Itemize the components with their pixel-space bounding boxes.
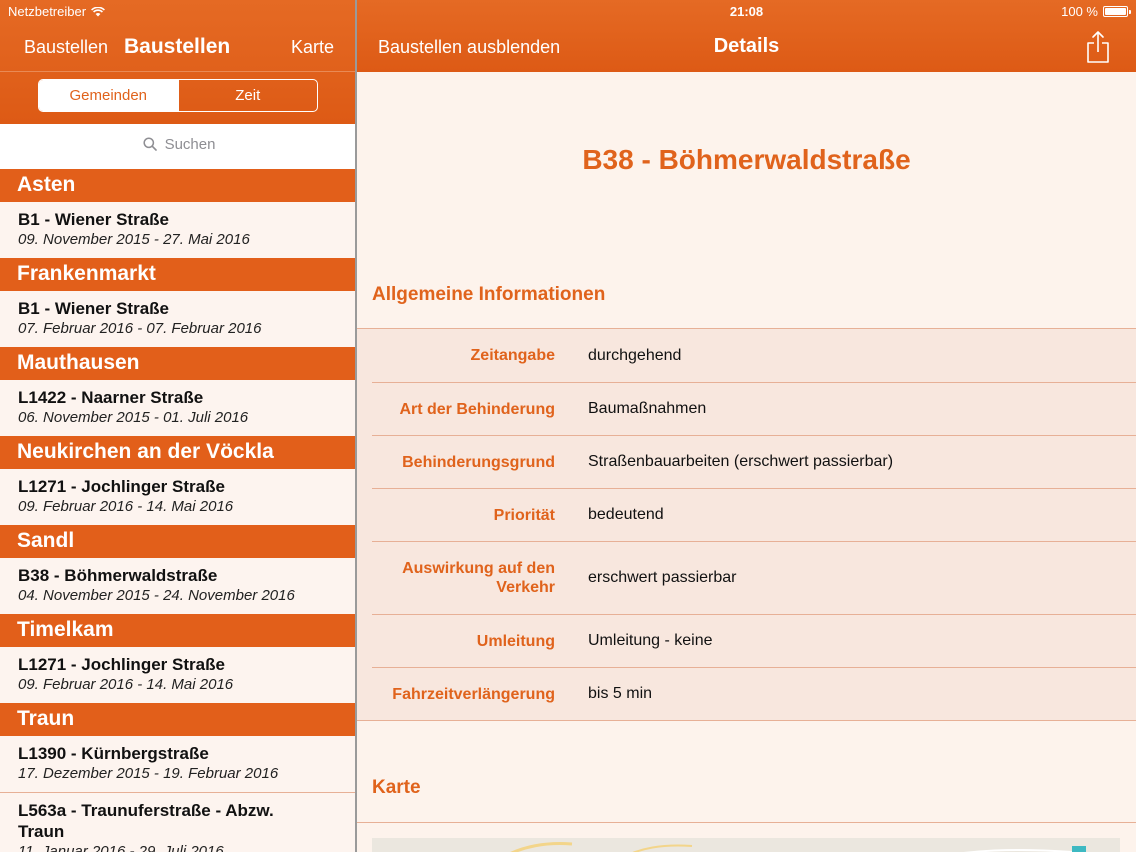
- info-label: Art der Behinderung: [399, 400, 555, 418]
- list-item-title: L563a - Traunuferstraße - Abzw. Traun: [18, 801, 274, 841]
- list-item[interactable]: L1390 - Kürnbergstraße 17. Dezember 2015…: [0, 736, 355, 792]
- info-value: erschwert passierbar: [588, 569, 737, 586]
- battery-percent: 100 %: [1061, 4, 1098, 19]
- detail-nav-title: Details: [713, 35, 780, 57]
- list-item-dates: 09. November 2015 - 27. Mai 2016: [18, 231, 250, 248]
- status-battery: 100 %: [1061, 4, 1131, 19]
- list-item-dates: 09. Februar 2016 - 14. Mai 2016: [18, 676, 234, 693]
- section-title-map: Karte: [372, 777, 421, 798]
- battery-icon: [1103, 6, 1131, 17]
- page-title: B38 - Böhmerwaldstraße: [582, 144, 911, 175]
- back-button[interactable]: Baustellen: [24, 37, 108, 58]
- list-item-dates: 11. Januar 2016 - 29. Juli 2016: [18, 843, 224, 852]
- info-row: Fahrzeitverlängerung bis 5 min: [372, 667, 1136, 720]
- list-item-title: L1390 - Kürnbergstraße: [18, 744, 209, 763]
- section-header-asten: Asten: [0, 169, 355, 202]
- segment-zeit[interactable]: Zeit: [177, 80, 318, 111]
- section-title-general: Allgemeine Informationen: [372, 284, 606, 305]
- map-divider: [357, 822, 1136, 823]
- list-item-dates: 06. November 2015 - 01. Juli 2016: [18, 409, 249, 426]
- carrier-label: Netzbetreiber: [8, 4, 87, 19]
- master-title: Baustellen: [124, 35, 231, 58]
- list-item-title: B1 - Wiener Straße: [18, 299, 169, 318]
- list-item-dates: 04. November 2015 - 24. November 2016: [18, 587, 295, 604]
- info-table: Zeitangabe durchgehend Art der Behinderu…: [357, 328, 1136, 721]
- list-item-title: B38 - Böhmerwaldstraße: [18, 566, 218, 585]
- info-row: Umleitung Umleitung - keine: [372, 614, 1136, 667]
- search-icon: [143, 137, 157, 151]
- list-item[interactable]: L1422 - Naarner Straße 06. November 2015…: [0, 380, 355, 436]
- info-row: Priorität bedeutend: [372, 488, 1136, 541]
- detail-pane: 21:08 100 % Baustellen ausblenden Detail…: [357, 0, 1136, 852]
- info-row: Auswirkung auf den Verkehr erschwert pas…: [372, 541, 1136, 614]
- map-view[interactable]: [372, 838, 1120, 852]
- info-label: Auswirkung auf den Verkehr: [402, 560, 555, 596]
- section-header-frankenmarkt: Frankenmarkt: [0, 258, 355, 291]
- detail-header: 21:08 100 % Baustellen ausblenden Detail…: [357, 0, 1136, 72]
- map-button[interactable]: Karte: [291, 37, 334, 58]
- section-header-mauthausen: Mauthausen: [0, 347, 355, 380]
- master-pane: Netzbetreiber Baustellen Baustellen Kart…: [0, 0, 355, 852]
- list-item-dates: 07. Februar 2016 - 07. Februar 2016: [18, 320, 262, 337]
- wifi-icon: [91, 6, 106, 17]
- status-time: 21:08: [729, 4, 764, 19]
- list-item[interactable]: B1 - Wiener Straße 09. November 2015 - 2…: [0, 202, 355, 258]
- section-header-traun: Traun: [0, 703, 355, 736]
- info-value: Straßenbauarbeiten (erschwert passierbar…: [588, 453, 894, 470]
- info-label: Behinderungsgrund: [402, 453, 555, 471]
- segment-gemeinden[interactable]: Gemeinden: [39, 80, 178, 111]
- master-header: Netzbetreiber Baustellen Baustellen Kart…: [0, 0, 355, 124]
- info-label: Priorität: [493, 506, 555, 524]
- info-row: Behinderungsgrund Straßenbauarbeiten (er…: [372, 435, 1136, 488]
- segment-control: Gemeinden Zeit: [38, 79, 318, 112]
- info-value: Baumaßnahmen: [588, 400, 707, 417]
- status-carrier: Netzbetreiber: [8, 4, 106, 19]
- section-header-neukirchen: Neukirchen an der Vöckla: [0, 436, 355, 469]
- list-item-selected[interactable]: B38 - Böhmerwaldstraße 04. November 2015…: [0, 558, 355, 614]
- list-item[interactable]: L1271 - Jochlinger Straße 09. Februar 20…: [0, 469, 355, 525]
- section-header-sandl: Sandl: [0, 525, 355, 558]
- info-value: bis 5 min: [588, 685, 653, 702]
- list-item-dates: 17. Dezember 2015 - 19. Februar 2016: [18, 765, 279, 782]
- info-label: Fahrzeitverlängerung: [392, 685, 555, 703]
- list-item-title: L1422 - Naarner Straße: [18, 388, 204, 407]
- info-row: Zeitangabe durchgehend: [372, 329, 1136, 382]
- share-icon[interactable]: [1085, 30, 1111, 64]
- list-item[interactable]: L1271 - Jochlinger Straße 09. Februar 20…: [0, 647, 355, 703]
- info-value: bedeutend: [588, 506, 664, 523]
- info-value: Umleitung - keine: [588, 632, 713, 649]
- list-item[interactable]: L563a - Traunuferstraße - Abzw. Traun 11…: [0, 792, 355, 852]
- search-placeholder: Suchen: [164, 135, 216, 153]
- list-item-dates: 09. Februar 2016 - 14. Mai 2016: [18, 498, 234, 515]
- info-label: Zeitangabe: [470, 347, 555, 364]
- list-item[interactable]: B1 - Wiener Straße 07. Februar 2016 - 07…: [0, 291, 355, 347]
- info-row: Art der Behinderung Baumaßnahmen: [372, 382, 1136, 435]
- construction-list: Asten B1 - Wiener Straße 09. November 20…: [0, 169, 355, 852]
- list-item-title: L1271 - Jochlinger Straße: [18, 655, 225, 674]
- list-item-title: B1 - Wiener Straße: [18, 210, 169, 229]
- info-label: Umleitung: [476, 632, 555, 650]
- list-item-title: L1271 - Jochlinger Straße: [18, 477, 225, 496]
- section-header-timelkam: Timelkam: [0, 614, 355, 647]
- search-input[interactable]: Suchen: [10, 128, 348, 160]
- header-divider: [0, 71, 355, 72]
- info-value: durchgehend: [588, 346, 682, 364]
